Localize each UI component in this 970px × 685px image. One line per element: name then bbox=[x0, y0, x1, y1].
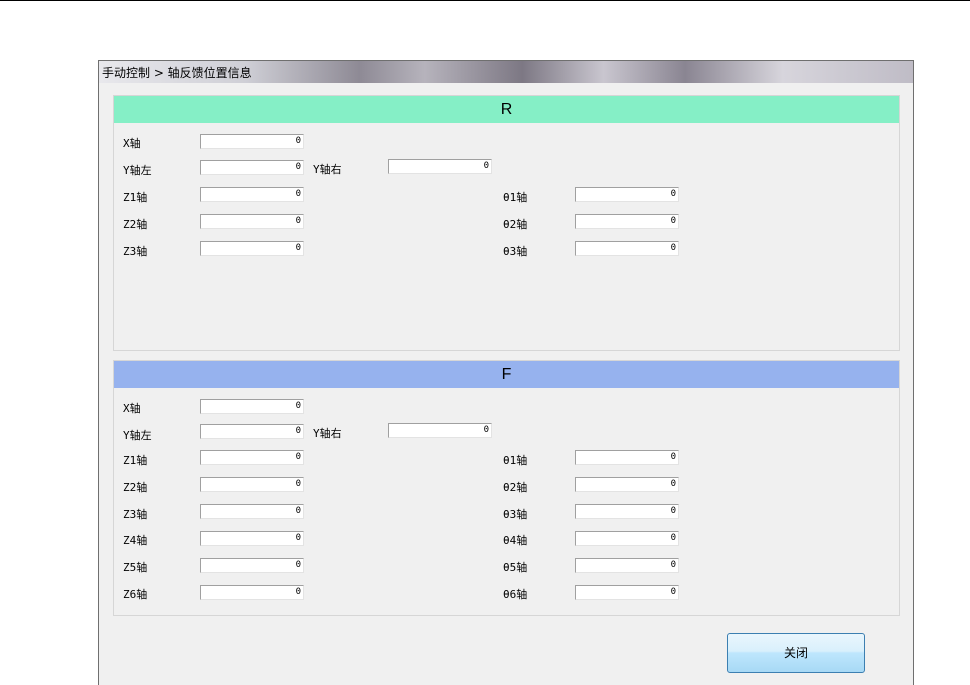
f-theta1-label: θ1轴 bbox=[503, 454, 528, 467]
f-theta4-field[interactable]: 0 bbox=[575, 531, 679, 546]
r-z2-label: Z2轴 bbox=[123, 218, 148, 231]
panel-r: R X轴 0 Y轴左 0 Y轴右 0 Z1轴 0 θ1轴 0 Z2轴 0 θ2轴… bbox=[113, 95, 900, 351]
f-z6-label: Z6轴 bbox=[123, 588, 148, 601]
r-z3-label: Z3轴 bbox=[123, 245, 148, 258]
f-z6-field[interactable]: 0 bbox=[200, 585, 304, 600]
f-y-left-label: Y轴左 bbox=[123, 429, 152, 442]
r-theta2-field[interactable]: 0 bbox=[575, 214, 679, 229]
r-theta1-field[interactable]: 0 bbox=[575, 187, 679, 202]
r-x-axis-label: X轴 bbox=[123, 137, 141, 150]
f-z3-field[interactable]: 0 bbox=[200, 504, 304, 519]
f-z2-field[interactable]: 0 bbox=[200, 477, 304, 492]
f-theta5-label: θ5轴 bbox=[503, 561, 528, 574]
f-theta6-field[interactable]: 0 bbox=[575, 585, 679, 600]
f-x-axis-field[interactable]: 0 bbox=[200, 399, 304, 414]
panel-f-header: F bbox=[114, 361, 899, 388]
r-y-left-field[interactable]: 0 bbox=[200, 160, 304, 175]
f-theta1-field[interactable]: 0 bbox=[575, 450, 679, 465]
f-z5-field[interactable]: 0 bbox=[200, 558, 304, 573]
f-z4-label: Z4轴 bbox=[123, 534, 148, 547]
r-z2-field[interactable]: 0 bbox=[200, 214, 304, 229]
f-theta6-label: θ6轴 bbox=[503, 588, 528, 601]
panel-r-header: R bbox=[114, 96, 899, 123]
f-z5-label: Z5轴 bbox=[123, 561, 148, 574]
f-x-axis-label: X轴 bbox=[123, 402, 141, 415]
close-button[interactable]: 关闭 bbox=[727, 633, 865, 673]
f-theta3-label: θ3轴 bbox=[503, 508, 528, 521]
f-y-right-label: Y轴右 bbox=[313, 427, 342, 440]
title-bar[interactable]: 手动控制 > 轴反馈位置信息 bbox=[99, 61, 913, 83]
f-z2-label: Z2轴 bbox=[123, 481, 148, 494]
f-theta4-label: θ4轴 bbox=[503, 534, 528, 547]
f-theta3-field[interactable]: 0 bbox=[575, 504, 679, 519]
r-y-left-label: Y轴左 bbox=[123, 164, 152, 177]
r-theta3-field[interactable]: 0 bbox=[575, 241, 679, 256]
dialog-window: 手动控制 > 轴反馈位置信息 R X轴 0 Y轴左 0 Y轴右 0 Z1轴 0 … bbox=[98, 60, 914, 685]
f-theta2-label: θ2轴 bbox=[503, 481, 528, 494]
f-z1-field[interactable]: 0 bbox=[200, 450, 304, 465]
panel-f: F X轴 0 Y轴左 0 Y轴右 0 Z1轴 0 θ1轴 0 Z2轴 0 θ2轴… bbox=[113, 360, 900, 616]
r-theta2-label: θ2轴 bbox=[503, 218, 528, 231]
window-title: 手动控制 > 轴反馈位置信息 bbox=[102, 66, 252, 80]
f-y-right-field[interactable]: 0 bbox=[388, 423, 492, 438]
r-theta1-label: θ1轴 bbox=[503, 191, 528, 204]
r-z1-label: Z1轴 bbox=[123, 191, 148, 204]
f-y-left-field[interactable]: 0 bbox=[200, 424, 304, 439]
r-theta3-label: θ3轴 bbox=[503, 245, 528, 258]
r-y-right-field[interactable]: 0 bbox=[388, 159, 492, 174]
f-theta2-field[interactable]: 0 bbox=[575, 477, 679, 492]
f-z4-field[interactable]: 0 bbox=[200, 531, 304, 546]
top-rule bbox=[0, 0, 970, 1]
r-z3-field[interactable]: 0 bbox=[200, 241, 304, 256]
r-y-right-label: Y轴右 bbox=[313, 163, 342, 176]
f-z3-label: Z3轴 bbox=[123, 508, 148, 521]
f-theta5-field[interactable]: 0 bbox=[575, 558, 679, 573]
r-z1-field[interactable]: 0 bbox=[200, 187, 304, 202]
f-z1-label: Z1轴 bbox=[123, 454, 148, 467]
r-x-axis-field[interactable]: 0 bbox=[200, 134, 304, 149]
